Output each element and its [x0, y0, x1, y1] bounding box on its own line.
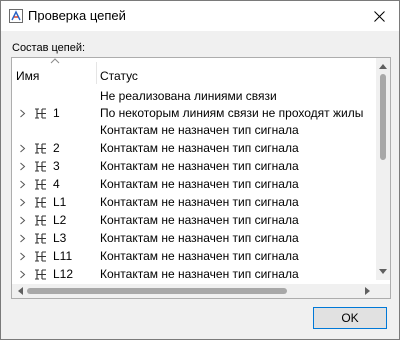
net-icon [35, 143, 46, 154]
net-icon [35, 161, 46, 172]
horizontal-scrollbar[interactable] [12, 284, 376, 298]
scroll-right-icon[interactable] [365, 287, 371, 295]
net-name: 3 [53, 159, 60, 173]
scroll-down-icon[interactable] [379, 269, 387, 275]
net-status: Контактам не назначен тип сигнала [100, 231, 299, 245]
net-status: Контактам не назначен тип сигнала [100, 159, 299, 173]
expand-chevron-icon[interactable] [18, 270, 27, 279]
scroll-up-icon[interactable] [379, 63, 387, 69]
column-header-status[interactable]: Статус [100, 69, 138, 83]
title-bar[interactable]: Проверка цепей [1, 1, 399, 31]
expand-chevron-icon[interactable] [18, 252, 27, 261]
app-logo-icon [9, 9, 23, 23]
net-name: L11 [53, 249, 73, 263]
close-icon [373, 10, 385, 22]
net-name: L2 [53, 213, 67, 227]
table-row[interactable]: 3 Контактам не назначен тип сигнала [12, 158, 374, 176]
table-row[interactable]: 4 Контактам не назначен тип сигнала [12, 176, 374, 194]
expand-chevron-icon[interactable] [18, 234, 27, 243]
net-name: L12 [53, 267, 74, 281]
net-icon [35, 269, 46, 280]
net-status: Контактам не назначен тип сигнала [100, 267, 299, 281]
table-row[interactable]: 2 Контактам не назначен тип сигнала [12, 140, 374, 158]
horizontal-scroll-thumb[interactable] [27, 288, 287, 294]
column-divider[interactable] [96, 62, 97, 84]
net-name: 1 [53, 106, 60, 120]
net-status: Контактам не назначен тип сигнала [100, 141, 299, 155]
net-status: Контактам не назначен тип сигнала [100, 195, 299, 209]
scrollbar-corner [376, 284, 390, 298]
table-row[interactable]: L12 Контактам не назначен тип сигнала [12, 266, 374, 284]
table-row[interactable]: 1 Не реализована линиями связи По некоторы… [12, 88, 374, 140]
net-name: 4 [53, 177, 60, 191]
dialog-window: Проверка цепей Состав цепей: Имя Статус … [0, 0, 400, 340]
expand-chevron-icon[interactable] [18, 162, 27, 171]
scroll-left-icon[interactable] [17, 287, 23, 295]
expand-chevron-icon[interactable] [18, 198, 27, 207]
list-header: Имя Статус [12, 58, 374, 86]
nets-list[interactable]: Имя Статус 1 Не реализована линиями связи… [11, 57, 391, 299]
net-name: L1 [53, 195, 67, 209]
table-row[interactable]: L1 Контактам не назначен тип сигнала [12, 194, 374, 212]
ok-button[interactable]: OK [313, 307, 387, 329]
net-status: По некоторым линиям связи не проходят жи… [100, 106, 364, 120]
net-status: Контактам не назначен тип сигнала [100, 249, 299, 263]
vertical-scroll-thumb[interactable] [380, 74, 386, 160]
expand-chevron-icon[interactable] [18, 144, 27, 153]
net-name: 2 [53, 141, 60, 155]
net-icon [35, 233, 46, 244]
net-icon [35, 215, 46, 226]
nets-section-label: Состав цепей: [12, 42, 86, 54]
expand-chevron-icon[interactable] [18, 109, 27, 118]
table-row[interactable]: L11 Контактам не назначен тип сигнала [12, 248, 374, 266]
nets-rows: 1 Не реализована линиями связи По некоторы… [12, 88, 374, 298]
vertical-scrollbar[interactable] [376, 58, 390, 280]
net-status: Контактам не назначен тип сигнала [100, 177, 299, 191]
net-status: Контактам не назначен тип сигнала [100, 213, 299, 227]
close-button[interactable] [359, 1, 399, 31]
table-row[interactable]: L3 Контактам не назначен тип сигнала [12, 230, 374, 248]
column-header-name[interactable]: Имя [16, 69, 39, 83]
net-status: Контактам не назначен тип сигнала [100, 123, 299, 137]
sort-ascending-icon [50, 58, 60, 64]
net-name: L3 [53, 231, 67, 245]
net-icon [35, 197, 46, 208]
expand-chevron-icon[interactable] [18, 216, 27, 225]
table-row[interactable]: L2 Контактам не назначен тип сигнала [12, 212, 374, 230]
expand-chevron-icon[interactable] [18, 180, 27, 189]
window-title: Проверка цепей [28, 8, 126, 23]
net-icon [35, 108, 46, 119]
net-icon [35, 179, 46, 190]
net-icon [35, 251, 46, 262]
net-status: Не реализована линиями связи [100, 89, 277, 103]
